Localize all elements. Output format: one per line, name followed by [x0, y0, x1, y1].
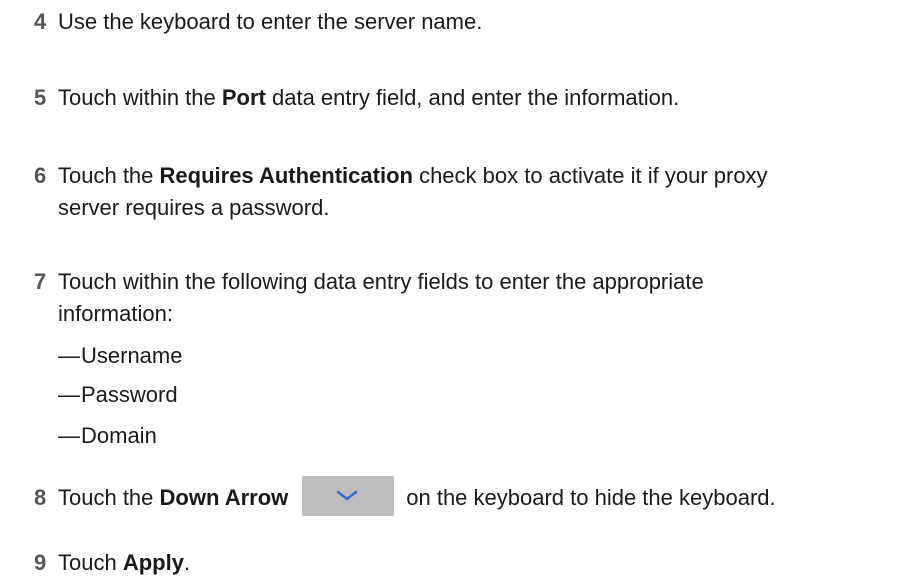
step-9: 9 Touch Apply. [34, 547, 916, 579]
step-text-post: . [183, 550, 191, 575]
field-item-password: —Password [58, 380, 178, 410]
field-label: Password [81, 382, 178, 407]
step-text-pre: Touch [58, 550, 123, 575]
step-8: 8 Touch the Down Arrow on the keyboard to… [34, 476, 916, 517]
step-number: 9 [34, 550, 47, 575]
step-text-post: data entry field, and enter the informat… [265, 85, 680, 110]
requires-authentication-label: Requires Authentication [159, 163, 413, 188]
down-arrow-key [302, 476, 395, 517]
step-text-line2: information: [58, 301, 173, 326]
step-text-pre: Touch within the [58, 85, 222, 110]
step-text-pre: Touch the [58, 485, 160, 510]
step-number: 8 [34, 485, 47, 510]
step-text-line2: server requires a password. [58, 195, 330, 220]
port-field-label: Port [221, 85, 266, 110]
step-number: 7 [34, 269, 47, 294]
step-number: 5 [34, 85, 47, 110]
step-text: Use the keyboard to enter the server nam… [58, 9, 483, 34]
dash: — [58, 382, 80, 407]
field-item-username: —Username [58, 341, 182, 371]
step-7: 7 Touch within the following data entry … [34, 266, 916, 330]
dash: — [58, 423, 80, 448]
step-text-pre: Touch the [58, 163, 160, 188]
step-5: 5 Touch within the Port data entry field… [34, 82, 916, 114]
step-number: 6 [34, 163, 47, 188]
dash: — [58, 343, 80, 368]
down-arrow-label: Down Arrow [159, 485, 289, 510]
step-number: 4 [34, 9, 47, 34]
field-item-domain: —Domain [58, 421, 157, 451]
chevron-down-icon [336, 490, 358, 501]
step-6: 6 Touch the Requires Authentication chec… [34, 160, 916, 224]
step-text-line1: Touch within the following data entry fi… [58, 269, 704, 294]
apply-label: Apply [122, 550, 184, 575]
field-label: Domain [81, 423, 157, 448]
field-label: Username [81, 343, 183, 368]
step-text-post: on the keyboard to hide the keyboard. [406, 485, 776, 510]
step-text-post: check box to activate it if your proxy [412, 163, 768, 188]
step-4: 4 Use the keyboard to enter the server n… [34, 6, 916, 38]
